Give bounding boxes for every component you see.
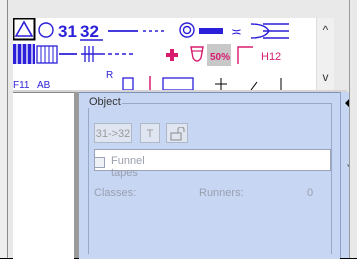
double-circle-icon[interactable] <box>179 22 195 38</box>
approx-icon[interactable]: ≍ <box>231 24 242 39</box>
stripe-box-icon[interactable] <box>36 45 58 64</box>
corner-icon[interactable] <box>237 46 253 64</box>
bracket-icon[interactable] <box>250 23 289 39</box>
circle-icon[interactable] <box>38 22 54 38</box>
scroll-up-icon[interactable]: ^ <box>317 23 334 37</box>
symbol-palette[interactable]: 31 32 ≍ 50% H12 F11 AB R <box>13 18 316 90</box>
thick-line-icon[interactable] <box>199 28 223 34</box>
palette-scrollbar[interactable]: ^ v <box>316 18 334 90</box>
r-label[interactable]: R <box>106 70 113 81</box>
runners-label: Runners: <box>199 187 244 199</box>
lock-button[interactable] <box>166 123 188 143</box>
funnel-label: Funnel tapes <box>111 155 145 179</box>
lock-icon <box>170 127 185 141</box>
f11-label[interactable]: F11 <box>13 80 30 90</box>
main-window: 31 32 ≍ 50% H12 F11 AB R ^ v 31->32 T Ob… <box>0 0 357 259</box>
bottom-area: 31->32 T ◆ Route Analyzer <box>13 92 357 259</box>
object-group-title: Object <box>88 96 122 108</box>
type-button[interactable]: T <box>140 123 160 143</box>
classes-label: Classes: <box>94 187 137 199</box>
cross-icon[interactable] <box>166 49 178 61</box>
left-strip <box>0 0 8 258</box>
map-pane[interactable] <box>13 92 74 259</box>
cell-31[interactable]: 31 <box>58 22 77 41</box>
percent-label: 50% <box>210 52 230 63</box>
ab-label[interactable]: AB <box>37 80 51 90</box>
hatch-icon[interactable] <box>13 44 35 64</box>
runners-value: 0 <box>307 187 314 199</box>
h12-label[interactable]: H12 <box>261 51 281 63</box>
right-strip <box>349 0 357 258</box>
scroll-down-icon[interactable]: v <box>317 70 334 84</box>
cup-icon[interactable] <box>190 46 204 62</box>
swap-button[interactable]: 31->32 <box>94 123 132 143</box>
funnel-checkbox[interactable] <box>94 157 105 168</box>
palette-grid: 31 32 ≍ 50% H12 F11 AB R <box>13 18 289 90</box>
tick-line-icon[interactable] <box>81 46 105 62</box>
cell-32[interactable]: 32 <box>80 22 99 41</box>
